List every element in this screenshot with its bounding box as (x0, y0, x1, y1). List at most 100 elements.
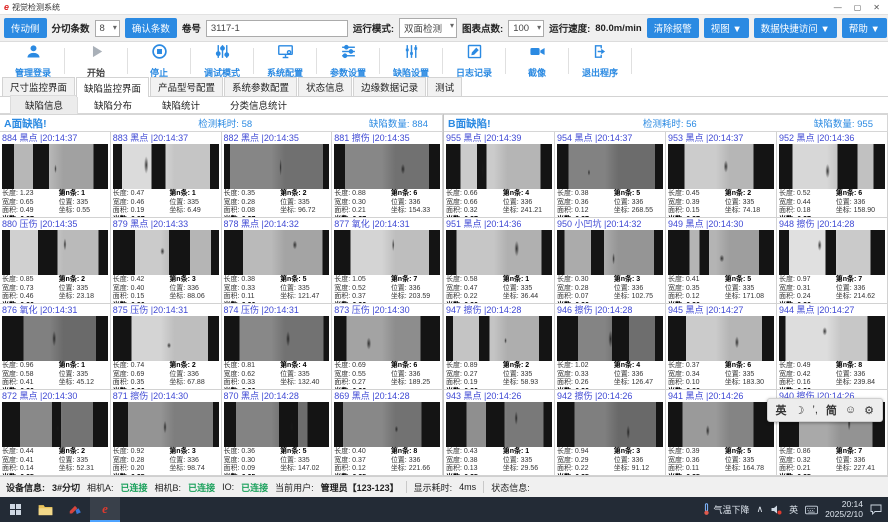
tab-5[interactable]: 边缘数据记录 (353, 77, 426, 96)
defect-cell[interactable]: 879 黑点 |20:14:33长度: 0.42宽度: 0.40面积: 0.15… (111, 218, 222, 304)
subtab-2[interactable]: 缺陷统计 (148, 96, 214, 114)
pinned-app-icon[interactable] (60, 497, 90, 522)
tab-0[interactable]: 尺寸监控界面 (2, 77, 75, 96)
file-explorer-icon[interactable] (30, 497, 60, 522)
defect-cell[interactable]: 871 擦伤 |20:14:30长度: 0.92宽度: 0.28面积: 0.20… (111, 390, 222, 476)
tab-4[interactable]: 状态信息 (298, 77, 352, 96)
defect-cell[interactable]: 949 黑点 |20:14:30长度: 0.41宽度: 0.35面积: 0.12… (666, 218, 777, 304)
action-defect-settings-button[interactable]: 缺陷设置 (380, 43, 442, 79)
meta-col-2: 第n条: 1位置: 335坐标: 0.55 (59, 190, 108, 218)
defect-cell[interactable]: 946 擦伤 |20:14:28长度: 1.02宽度: 0.33面积: 0.26… (555, 304, 666, 390)
weather-tray-item[interactable]: 气温下降 (702, 503, 750, 516)
run-mode-label: 运行模式: (353, 21, 394, 35)
defect-cell[interactable]: 875 压伤 |20:14:31长度: 0.74宽度: 0.69面积: 0.35… (111, 304, 222, 390)
taskbar-clock[interactable]: 20:14 2025/2/10 (825, 500, 863, 519)
drive-side-button[interactable]: 传动侧 (4, 18, 47, 38)
defect-cell[interactable]: 955 黑点 |20:14:39长度: 0.66宽度: 0.66面积: 0.32… (444, 132, 555, 218)
defect-cell[interactable]: 954 黑点 |20:14:37长度: 0.38宽度: 0.36面积: 0.12… (555, 132, 666, 218)
meta-width: 宽度: 0.58 (2, 371, 59, 380)
chart-points-select[interactable]: 100 (508, 20, 544, 37)
defect-cell[interactable]: 872 黑点 |20:14:30长度: 0.44宽度: 0.41面积: 0.14… (0, 390, 111, 476)
action-log-button[interactable]: 日志记录 (443, 43, 505, 79)
roll-number-input[interactable] (206, 20, 348, 37)
meta-coordinate: 坐标: 221.66 (391, 465, 440, 474)
defect-cell[interactable]: 943 黑点 |20:14:26长度: 0.43宽度: 0.38面积: 0.13… (444, 390, 555, 476)
defect-cell[interactable]: 882 黑点 |20:14:35长度: 0.35宽度: 0.28面积: 0.08… (222, 132, 333, 218)
data-quick-access-menu-button[interactable]: 数据快捷访问 ▼ (754, 18, 837, 38)
confirm-count-button[interactable]: 确认条数 (125, 18, 177, 38)
clear-alarm-button[interactable]: 清除报警 (647, 18, 699, 38)
view-menu-button[interactable]: 视图 ▼ (704, 18, 749, 38)
volume-icon[interactable] (770, 504, 782, 515)
defect-cell[interactable]: 880 压伤 |20:14:35长度: 0.85宽度: 0.73面积: 0.46… (0, 218, 111, 304)
run-mode-select[interactable]: 双面检测 (399, 18, 457, 38)
defect-cell[interactable]: 953 黑点 |20:14:37长度: 0.45宽度: 0.39面积: 0.15… (666, 132, 777, 218)
subtab-3[interactable]: 分类信息统计 (216, 96, 301, 114)
meta-position: 位置: 335 (280, 371, 329, 380)
defect-cell[interactable]: 874 压伤 |20:14:31长度: 0.81宽度: 0.62面积: 0.33… (222, 304, 333, 390)
tab-1[interactable]: 缺陷监控界面 (76, 77, 149, 97)
active-app-icon[interactable]: e (90, 497, 120, 522)
meta-col-2: 第n条: 5位置: 335坐标: 147.02 (280, 448, 329, 476)
meta-area: 面积: 0.37 (334, 293, 391, 302)
start-button[interactable] (0, 497, 30, 522)
tray-chevron-up[interactable]: ∧ (757, 504, 764, 515)
maximize-button[interactable]: ▢ (854, 3, 862, 12)
ime-language-indicator[interactable]: 英 (789, 503, 798, 516)
tab-6[interactable]: 测试 (427, 77, 462, 96)
defect-cell-header: 943 黑点 |20:14:26 (446, 390, 552, 402)
defect-thumbnail (779, 230, 885, 275)
meta-meter: 米数: 0.35 (668, 474, 725, 477)
ime-simplified-toggle[interactable]: 简 (826, 402, 837, 418)
action-play-button[interactable]: 开始 (65, 43, 127, 79)
help-menu-button[interactable]: 帮助 ▼ (842, 18, 887, 38)
defect-cell[interactable]: 870 黑点 |20:14:28长度: 0.36宽度: 0.30面积: 0.09… (222, 390, 333, 476)
tab-3[interactable]: 系统参数配置 (224, 77, 297, 96)
action-params-button[interactable]: 参数设置 (317, 43, 379, 79)
defect-cell[interactable]: 942 擦伤 |20:14:26长度: 0.94宽度: 0.29面积: 0.22… (555, 390, 666, 476)
defect-cell[interactable]: 877 氧化 |20:14:31长度: 1.05宽度: 0.52面积: 0.37… (332, 218, 443, 304)
ime-settings-gear-icon[interactable]: ⚙ (864, 404, 874, 417)
touch-keyboard-icon[interactable] (805, 505, 818, 515)
defect-cell[interactable]: 869 黑点 |20:14:28长度: 0.40宽度: 0.37面积: 0.12… (332, 390, 443, 476)
defect-cell[interactable]: 873 压伤 |20:14:30长度: 0.69宽度: 0.55面积: 0.27… (332, 304, 443, 390)
action-camera-button[interactable]: 截像 (506, 43, 568, 79)
defect-meta: 长度: 0.74宽度: 0.69面积: 0.35米数: 0.36第n条: 2位置… (113, 361, 219, 390)
defect-cell[interactable]: 878 黑点 |20:14:32长度: 0.38宽度: 0.33面积: 0.11… (222, 218, 333, 304)
tab-2[interactable]: 产品型号配置 (150, 77, 223, 96)
action-user-button[interactable]: 管理登录 (2, 43, 64, 79)
meta-position: 位置: 335 (169, 199, 218, 208)
ime-fullhalf-moon-icon[interactable]: ☽ (795, 404, 805, 417)
defect-cell[interactable]: 948 擦伤 |20:14:28长度: 0.97宽度: 0.31面积: 0.24… (777, 218, 888, 304)
meta-coordinate: 坐标: 121.47 (280, 293, 329, 302)
meta-area: 面积: 0.12 (668, 293, 725, 302)
action-center-icon[interactable] (870, 504, 882, 515)
action-exit-button[interactable]: 退出程序 (569, 43, 631, 79)
defect-cell[interactable]: 941 黑点 |20:14:26长度: 0.39宽度: 0.36面积: 0.11… (666, 390, 777, 476)
defect-cell[interactable]: 876 氧化 |20:14:31长度: 0.96宽度: 0.58面积: 0.41… (0, 304, 111, 390)
ime-language-toggle[interactable]: 英 (776, 402, 787, 418)
defect-cell[interactable]: 950 小凹坑 |20:14:32长度: 0.30宽度: 0.28面积: 0.0… (555, 218, 666, 304)
action-debug-button[interactable]: 调试模式 (191, 43, 253, 79)
ime-punctuation-toggle[interactable]: ’, (812, 404, 818, 416)
ime-emoji-icon[interactable]: ☺ (845, 404, 856, 416)
defect-cell[interactable]: 881 擦伤 |20:14:35长度: 0.88宽度: 0.30面积: 0.21… (332, 132, 443, 218)
defect-cell[interactable]: 884 黑点 |20:14:37长度: 1.23宽度: 0.65面积: 0.49… (0, 132, 111, 218)
slit-count-select[interactable]: 8 (95, 20, 120, 37)
sub-tab-strip: 缺陷信息缺陷分布缺陷统计分类信息统计 (0, 97, 888, 114)
defect-cell[interactable]: 883 黑点 |20:14:37长度: 0.47宽度: 0.46面积: 0.19… (111, 132, 222, 218)
defect-cell[interactable]: 945 黑点 |20:14:27长度: 0.37宽度: 0.34面积: 0.10… (666, 304, 777, 390)
minimize-button[interactable]: — (834, 3, 842, 12)
subtab-0[interactable]: 缺陷信息 (10, 95, 78, 115)
defect-cell[interactable]: 944 黑点 |20:14:27长度: 0.49宽度: 0.42面积: 0.16… (777, 304, 888, 390)
defect-cell[interactable]: 947 擦伤 |20:14:28长度: 0.89宽度: 0.27面积: 0.19… (444, 304, 555, 390)
meta-length: 长度: 0.40 (334, 448, 391, 457)
meta-strip: 第n条: 1 (59, 190, 108, 199)
subtab-1[interactable]: 缺陷分布 (80, 96, 146, 114)
close-button[interactable]: ✕ (873, 3, 880, 12)
defect-cell[interactable]: 952 黑点 |20:14:36长度: 0.52宽度: 0.44面积: 0.18… (777, 132, 888, 218)
action-stop-button[interactable]: 停止 (128, 43, 190, 79)
defect-cell[interactable]: 951 黑点 |20:14:36长度: 0.58宽度: 0.47面积: 0.22… (444, 218, 555, 304)
meta-strip: 第n条: 2 (169, 362, 218, 371)
action-monitor-button[interactable]: 系统配置 (254, 43, 316, 79)
